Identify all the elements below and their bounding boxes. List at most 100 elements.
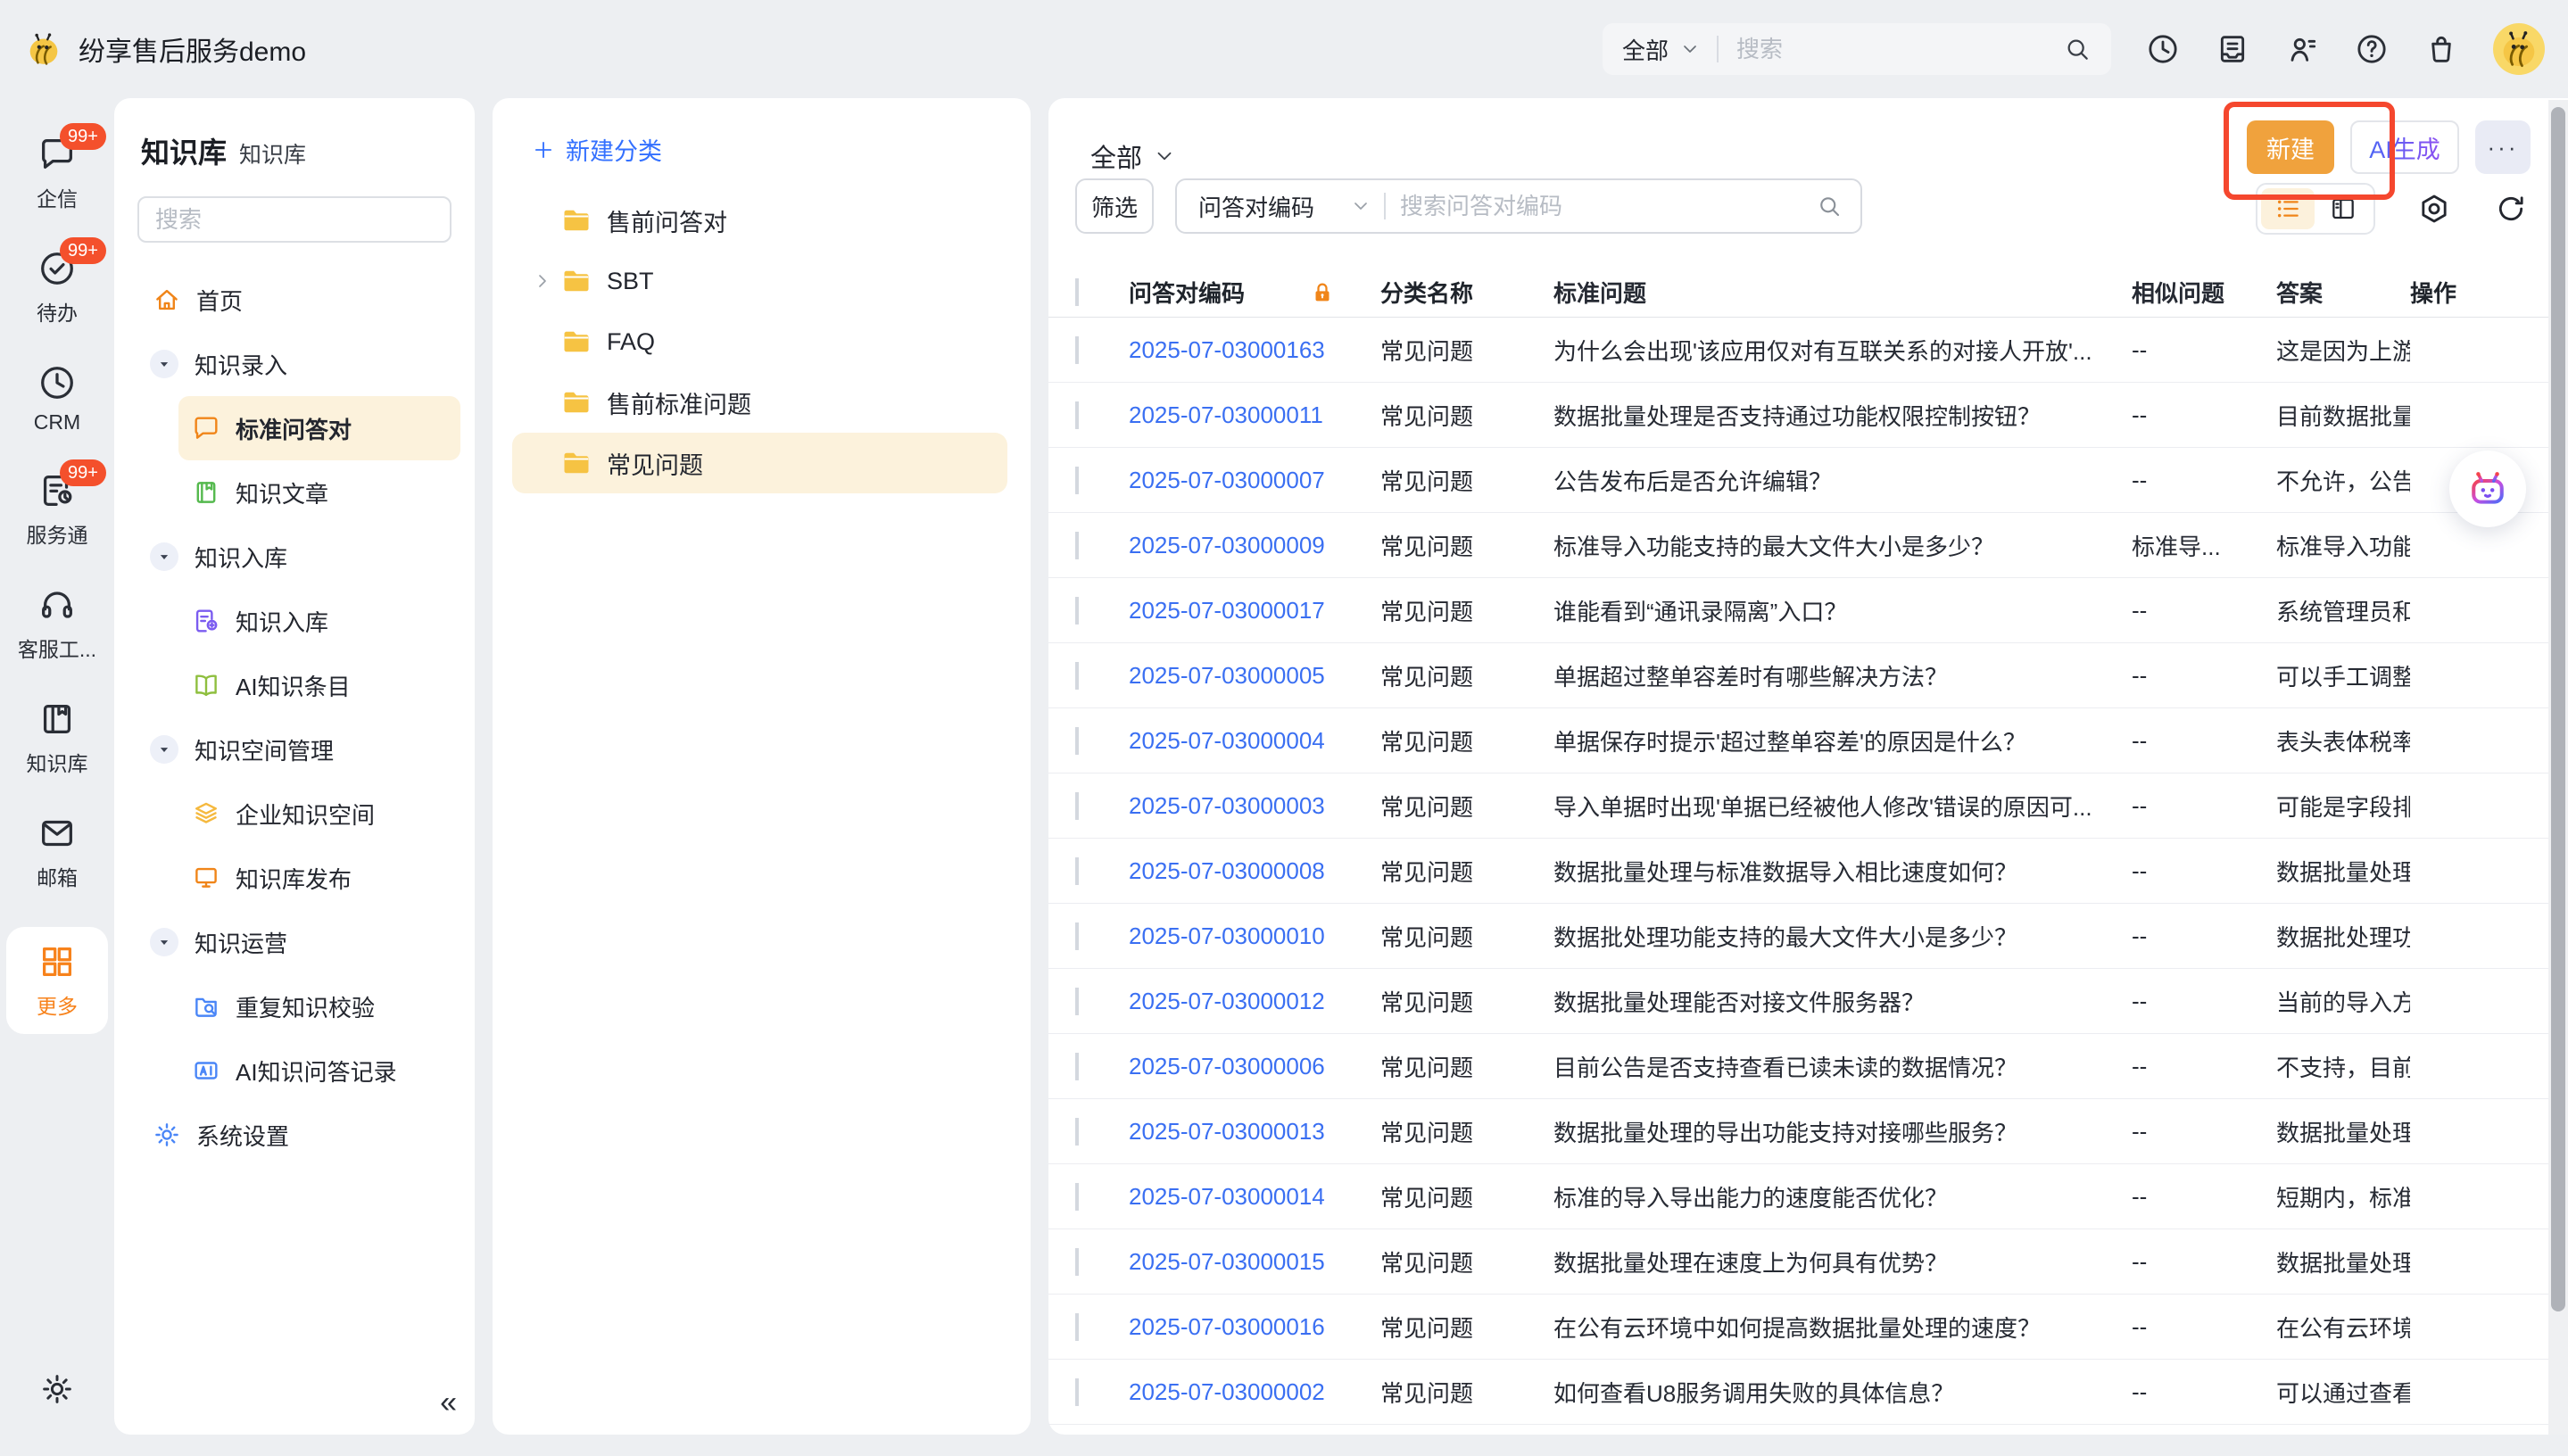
table-row[interactable]: 2025-07-03000001常见问题U8服务调用失败的可能原因是什么？--U…: [1048, 1425, 2548, 1435]
nav-item-首页[interactable]: 首页: [137, 268, 451, 332]
row-checkbox[interactable]: [1075, 662, 1079, 690]
global-search-input[interactable]: [1735, 35, 2052, 64]
global-search[interactable]: 全部: [1603, 23, 2111, 75]
nav-item-企业知识空间[interactable]: 企业知识空间: [137, 782, 451, 846]
category-item-SBT[interactable]: SBT: [519, 251, 1004, 311]
list-view-toggle[interactable]: [2261, 188, 2315, 229]
qa-code-link[interactable]: 2025-07-03000003: [1129, 792, 1325, 819]
search-icon[interactable]: [2063, 35, 2092, 63]
row-checkbox[interactable]: [1075, 467, 1079, 494]
nav-item-重复知识校验[interactable]: 重复知识校验: [137, 974, 451, 1038]
table-row[interactable]: 2025-07-03000010常见问题数据批处理功能支持的最大文件大小是多少？…: [1048, 904, 2548, 969]
filter-button[interactable]: 筛选: [1075, 178, 1154, 234]
qa-code-link[interactable]: 2025-07-03000002: [1129, 1378, 1325, 1405]
collapse-panel-button[interactable]: «: [440, 1386, 457, 1420]
ai-assistant-button[interactable]: [2449, 451, 2526, 527]
category-item-常见问题[interactable]: 常见问题: [512, 433, 1007, 493]
table-row[interactable]: 2025-07-03000014常见问题标准的导入导出能力的速度能否优化？--短…: [1048, 1164, 2548, 1229]
collapse-toggle[interactable]: [150, 542, 178, 571]
nav-item-知识库发布[interactable]: 知识库发布: [137, 846, 451, 910]
scope-dropdown[interactable]: 全部: [1090, 137, 1176, 175]
table-row[interactable]: 2025-07-03000016常见问题在公有云环境中如何提高数据批量处理的速度…: [1048, 1295, 2548, 1360]
qa-code-link[interactable]: 2025-07-03000017: [1129, 597, 1325, 624]
nav-group-知识录入[interactable]: 知识录入: [137, 332, 451, 396]
nav-group-知识空间管理[interactable]: 知识空间管理: [137, 717, 451, 782]
qa-code-link[interactable]: 2025-07-03000012: [1129, 988, 1325, 1014]
table-row[interactable]: 2025-07-03000003常见问题导入单据时出现'单据已经被他人修改'错误…: [1048, 774, 2548, 839]
nav-group-知识运营[interactable]: 知识运营: [137, 910, 451, 974]
scrollbar-thumb[interactable]: [2551, 107, 2565, 1311]
new-button[interactable]: 新建: [2247, 120, 2334, 174]
global-search-scope[interactable]: 全部: [1622, 33, 1669, 66]
row-checkbox[interactable]: [1075, 1378, 1079, 1406]
select-all-checkbox[interactable]: [1075, 278, 1079, 306]
qa-code-link[interactable]: 2025-07-03000010: [1129, 922, 1325, 949]
row-checkbox[interactable]: [1075, 1053, 1079, 1080]
qa-code-link[interactable]: 2025-07-03000013: [1129, 1118, 1325, 1145]
table-row[interactable]: 2025-07-03000006常见问题目前公告是否支持查看已读未读的数据情况？…: [1048, 1034, 2548, 1099]
nav-item-知识文章[interactable]: 知识文章: [137, 460, 451, 525]
table-row[interactable]: 2025-07-03000005常见问题单据超过整单容差时有哪些解决方法？--可…: [1048, 643, 2548, 708]
help-icon[interactable]: [2354, 31, 2390, 67]
nav-item-AI知识条目[interactable]: AI知识条目: [137, 653, 451, 717]
table-row[interactable]: 2025-07-03000009常见问题标准导入功能支持的最大文件大小是多少？标…: [1048, 513, 2548, 578]
qa-code-link[interactable]: 2025-07-03000009: [1129, 532, 1325, 558]
table-row[interactable]: 2025-07-03000163常见问题为什么会出现'该应用仅对有互联关系的对接…: [1048, 318, 2548, 383]
rail-item-客服工...[interactable]: 客服工...: [6, 584, 108, 663]
qa-code-link[interactable]: 2025-07-03000005: [1129, 662, 1325, 689]
nav-item-知识入库[interactable]: 知识入库: [137, 589, 451, 653]
qa-code-link[interactable]: 2025-07-03000163: [1129, 336, 1325, 363]
search-icon[interactable]: [1816, 193, 1843, 219]
kanban-view-toggle[interactable]: [2316, 188, 2370, 229]
row-checkbox[interactable]: [1075, 1313, 1079, 1341]
column-header-问答对编码[interactable]: 问答对编码: [1129, 276, 1380, 309]
nav-group-知识入库[interactable]: 知识入库: [137, 525, 451, 589]
category-item-售前标准问题[interactable]: 售前标准问题: [519, 372, 1004, 433]
qa-code-link[interactable]: 2025-07-03000016: [1129, 1313, 1325, 1340]
row-checkbox[interactable]: [1075, 1248, 1079, 1276]
rail-item-服务通[interactable]: 99+服务通: [6, 470, 108, 549]
row-checkbox[interactable]: [1075, 922, 1079, 950]
collapse-toggle[interactable]: [150, 350, 178, 378]
rail-item-知识库[interactable]: 知识库: [6, 699, 108, 777]
nav-search-input[interactable]: [137, 196, 451, 243]
row-checkbox[interactable]: [1075, 1183, 1079, 1211]
qa-code-link[interactable]: 2025-07-03000004: [1129, 727, 1325, 754]
table-row[interactable]: 2025-07-03000017常见问题谁能看到“通讯录隔离”入口？--系统管理…: [1048, 578, 2548, 643]
column-header-操作[interactable]: 操作: [2410, 276, 2548, 309]
collapse-toggle[interactable]: [150, 928, 178, 956]
table-search-input[interactable]: [1398, 192, 1803, 221]
row-checkbox[interactable]: [1075, 727, 1079, 755]
history-clock-icon[interactable]: [2145, 31, 2181, 67]
qa-code-link[interactable]: 2025-07-03000006: [1129, 1053, 1325, 1080]
refresh-icon[interactable]: [2493, 191, 2529, 227]
table-row[interactable]: 2025-07-03000007常见问题公告发布后是否允许编辑？--不允许，公告: [1048, 448, 2548, 513]
column-header-分类名称[interactable]: 分类名称: [1380, 276, 1553, 309]
table-row[interactable]: 2025-07-03000013常见问题数据批量处理的导出功能支持对接哪些服务？…: [1048, 1099, 2548, 1164]
row-checkbox[interactable]: [1075, 401, 1079, 429]
rail-item-CRM[interactable]: CRM: [6, 362, 108, 434]
qa-code-link[interactable]: 2025-07-03000007: [1129, 467, 1325, 493]
checkin-icon[interactable]: [2215, 31, 2250, 67]
contacts-icon[interactable]: [2284, 31, 2320, 67]
qa-code-link[interactable]: 2025-07-03000014: [1129, 1183, 1325, 1210]
more-actions-button[interactable]: ···: [2475, 120, 2531, 174]
chevron-down-icon[interactable]: [1679, 38, 1701, 60]
table-row[interactable]: 2025-07-03000004常见问题单据保存时提示'超过整单容差'的原因是什…: [1048, 708, 2548, 774]
settings-gear-icon[interactable]: [38, 1370, 76, 1408]
nav-item-标准问答对[interactable]: 标准问答对: [178, 396, 460, 460]
category-item-FAQ[interactable]: FAQ: [519, 311, 1004, 372]
new-category-button[interactable]: 新建分类: [532, 132, 1004, 167]
qa-code-link[interactable]: 2025-07-03000011: [1129, 401, 1323, 428]
row-checkbox[interactable]: [1075, 1118, 1079, 1146]
rail-item-邮箱[interactable]: 邮箱: [6, 813, 108, 891]
row-checkbox[interactable]: [1075, 988, 1079, 1015]
rail-item-企信[interactable]: 99+企信: [6, 134, 108, 212]
collapse-toggle[interactable]: [150, 735, 178, 764]
bag-icon[interactable]: [2423, 31, 2459, 67]
row-checkbox[interactable]: [1075, 857, 1079, 885]
nav-item-AI知识问答记录[interactable]: AI知识问答记录: [137, 1038, 451, 1103]
column-header-相似问题[interactable]: 相似问题: [2132, 276, 2276, 309]
rail-item-更多[interactable]: 更多: [6, 927, 108, 1034]
column-header-答案[interactable]: 答案: [2276, 276, 2410, 309]
